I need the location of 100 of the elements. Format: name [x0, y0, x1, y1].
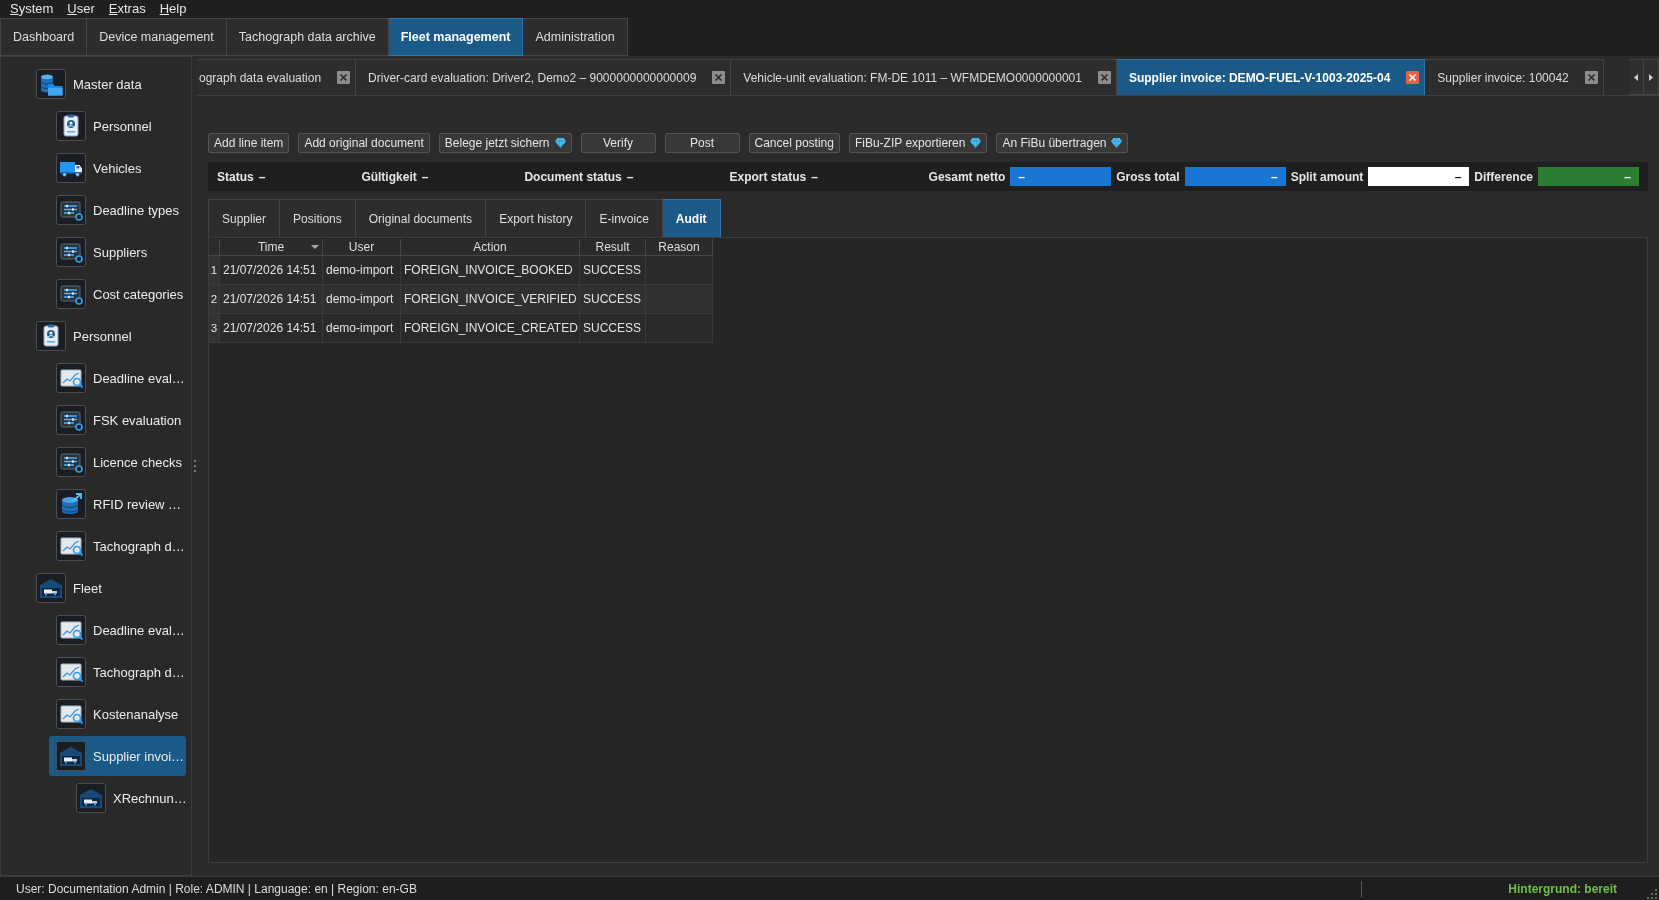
main-tab[interactable]: Dashboard — [0, 18, 88, 56]
table-cell: 21/07/2026 14:51 — [220, 256, 323, 285]
left-triangle-icon — [1634, 73, 1638, 81]
table-cell: 21/07/2026 14:51 — [220, 314, 323, 343]
status-label: Document status — [524, 169, 622, 184]
sort-descending-icon — [311, 245, 319, 249]
table-cell: demo-import — [323, 314, 401, 343]
resize-grip-icon[interactable] — [1646, 888, 1657, 899]
tree-item[interactable]: Deadline eval… — [49, 358, 186, 398]
close-icon[interactable] — [337, 71, 351, 84]
tree-item[interactable]: Supplier invoi… — [49, 736, 186, 776]
tree-item[interactable]: Deadline types — [49, 190, 186, 230]
toolbar-button[interactable]: Add original document — [298, 133, 430, 153]
column-header[interactable]: Time — [220, 239, 323, 256]
sliders-icon — [56, 195, 86, 225]
document-tab[interactable]: Supplier invoice: DEMO-FUEL-V-1003-2025-04 — [1116, 59, 1426, 95]
detail-tab[interactable]: Positions — [280, 199, 356, 237]
database-folder-icon — [36, 69, 66, 99]
document-tab[interactable]: ograph data evaluation — [197, 59, 357, 95]
line-chart-icon — [56, 699, 86, 729]
document-tab[interactable]: Driver-card evaluation: Driver2, Demo2 – 9000000000000009 — [356, 59, 732, 95]
sliders-icon — [56, 405, 86, 435]
tree-item[interactable]: Licence checks — [49, 442, 186, 482]
toolbar-button[interactable]: Add line item — [208, 133, 290, 153]
id-badge-icon — [36, 321, 66, 351]
line-chart-icon — [56, 615, 86, 645]
close-icon[interactable] — [1406, 71, 1420, 84]
status-label: Status — [217, 169, 254, 184]
status-label: Gültigkeit — [361, 169, 417, 184]
amount-field: – — [1538, 167, 1639, 186]
main-tab[interactable]: Device management — [87, 18, 227, 56]
tree-item[interactable]: Master data — [29, 64, 186, 104]
tree-item[interactable]: Vehicles — [49, 148, 186, 188]
close-icon[interactable] — [1097, 71, 1111, 84]
table-cell: SUCCESS — [580, 285, 646, 314]
main-tab[interactable]: Administration — [523, 18, 628, 56]
tree-item[interactable]: FSK evaluation — [49, 400, 186, 440]
amount-label: Difference — [1474, 169, 1533, 184]
toolbar-button[interactable]: Verify — [580, 133, 656, 153]
menu-item[interactable]: User — [60, 1, 102, 17]
session-info: User: Documentation Admin | Role: ADMIN | Language: en | Region: en-GB — [16, 881, 417, 896]
close-icon[interactable] — [712, 71, 726, 84]
table-cell: SUCCESS — [580, 256, 646, 285]
column-header[interactable]: Result — [580, 239, 646, 256]
menu-item[interactable]: Help — [152, 1, 194, 17]
sliders-icon — [56, 447, 86, 477]
table-cell — [646, 256, 713, 285]
close-icon[interactable] — [1584, 71, 1598, 84]
gem-icon — [1111, 138, 1123, 148]
gem-icon — [554, 138, 566, 148]
line-chart-icon — [56, 363, 86, 393]
right-triangle-icon — [1649, 73, 1653, 81]
tree-item[interactable]: XRechnun… — [69, 778, 186, 818]
column-header[interactable]: User — [323, 239, 401, 256]
tree-item[interactable]: Fleet — [29, 568, 186, 608]
tree-item[interactable]: Kostenanalyse — [49, 694, 186, 734]
gem-icon — [970, 138, 982, 148]
table-cell: FOREIGN_INVOICE_VERIFIED — [401, 285, 580, 314]
main-tab[interactable]: Fleet management — [388, 18, 524, 56]
sliders-icon — [56, 279, 86, 309]
toolbar-button[interactable]: Belege jetzt sichern — [438, 133, 572, 153]
toolbar-button[interactable]: Cancel posting — [748, 133, 840, 153]
table-cell: SUCCESS — [580, 314, 646, 343]
toolbar-button[interactable]: An FiBu übertragen — [996, 133, 1129, 153]
detail-tab[interactable]: Supplier — [208, 199, 281, 237]
tree-item[interactable]: Deadline eval… — [49, 610, 186, 650]
splitter-grip-icon[interactable] — [193, 460, 196, 472]
column-header[interactable]: Action — [401, 239, 580, 256]
garage-truck-icon — [76, 783, 106, 813]
line-chart-icon — [56, 531, 86, 561]
table-cell: FOREIGN_INVOICE_CREATED — [401, 314, 580, 343]
menu-item[interactable]: Extras — [101, 1, 153, 17]
garage-truck-icon — [36, 573, 66, 603]
menu-item[interactable]: System — [3, 1, 61, 17]
tree-item[interactable]: Personnel — [49, 106, 186, 146]
document-tab[interactable]: Supplier invoice: 100042 — [1425, 59, 1604, 95]
table-cell: FOREIGN_INVOICE_BOOKED — [401, 256, 580, 285]
detail-tab[interactable]: Original documents — [355, 199, 487, 237]
table-cell: 21/07/2026 14:51 — [220, 285, 323, 314]
detail-tab[interactable]: E-invoice — [586, 199, 663, 237]
status-value: – — [626, 169, 634, 184]
tree-item[interactable]: RFID review … — [49, 484, 186, 524]
amount-label: Split amount — [1290, 169, 1364, 184]
tree-item[interactable]: Personnel — [29, 316, 186, 356]
toolbar-button[interactable]: Post — [664, 133, 740, 153]
tree-item[interactable]: Cost categories — [49, 274, 186, 314]
column-header[interactable]: Reason — [646, 239, 713, 256]
document-tab[interactable]: Vehicle-unit evaluation: FM-DE 1011 – WFMDEMO0000000001 — [731, 59, 1117, 95]
detail-tab[interactable]: Export history — [486, 199, 587, 237]
main-tab[interactable]: Tachograph data archive — [226, 18, 389, 56]
id-badge-icon — [56, 111, 86, 141]
status-label: Export status — [729, 169, 807, 184]
tree-item[interactable]: Tachograph d… — [49, 652, 186, 692]
tree-item[interactable]: Suppliers — [49, 232, 186, 272]
detail-tab[interactable]: Audit — [662, 199, 721, 237]
tree-item[interactable]: Tachograph d… — [49, 526, 186, 566]
toolbar-button[interactable]: FiBu-ZIP exportieren — [848, 133, 988, 153]
tab-scroll-left-button[interactable] — [1629, 59, 1644, 95]
truck-icon — [56, 153, 86, 183]
tab-scroll-right-button[interactable] — [1644, 59, 1659, 95]
